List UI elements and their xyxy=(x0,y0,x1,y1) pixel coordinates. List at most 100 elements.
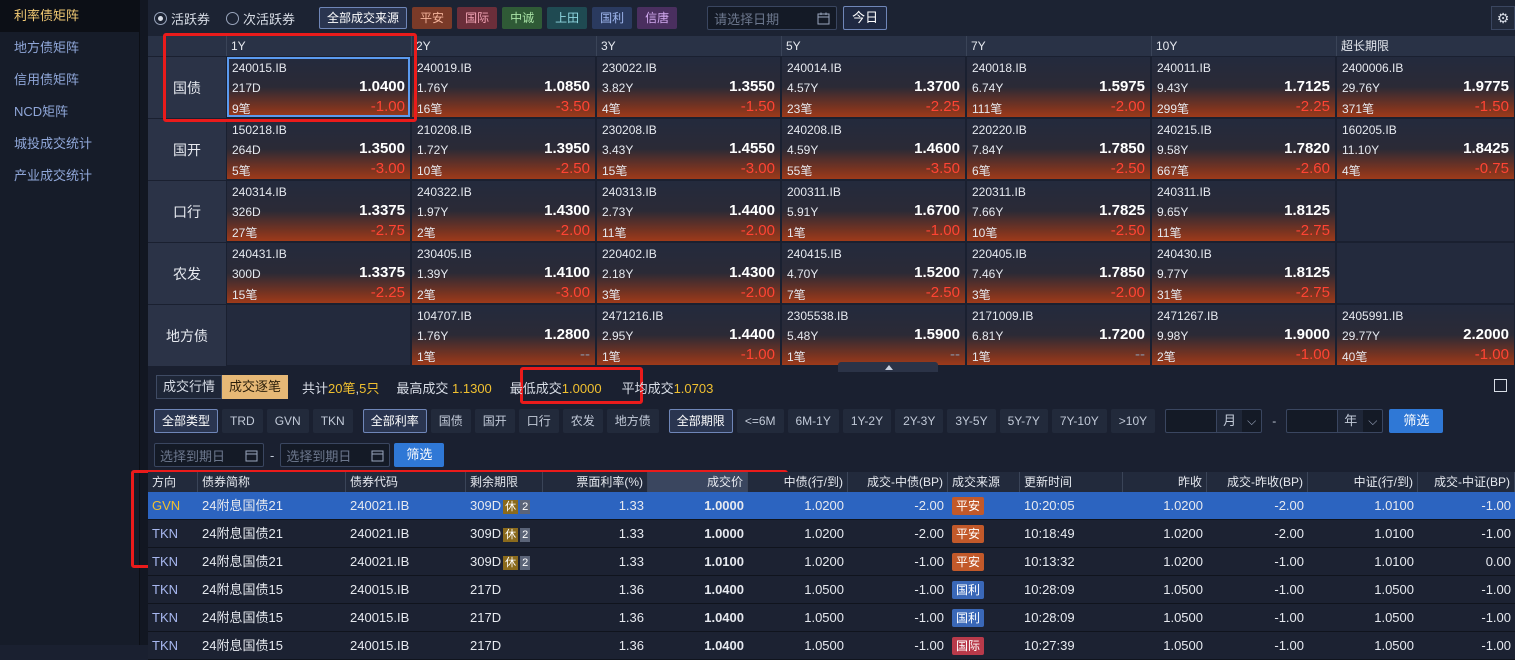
source-button[interactable]: 国际 xyxy=(457,7,498,29)
matrix-cell[interactable]: 240019.IB 1.76Y 16笔 1.0850 -3.50 xyxy=(411,56,596,118)
filter-option[interactable]: >10Y xyxy=(1110,409,1156,433)
trade-count: 1笔 xyxy=(602,350,621,364)
matrix-cell[interactable]: 240018.IB 6.74Y 111笔 1.5975 -2.00 xyxy=(966,56,1151,118)
matrix-cell[interactable]: 240314.IB 326D 27笔 1.3375 -2.75 xyxy=(226,180,411,242)
matrix-cell[interactable]: 240015.IB 217D 9笔 1.0400 -1.00 xyxy=(226,56,411,118)
filter-option[interactable]: 国债 xyxy=(430,409,471,433)
sidebar-item-industry-stats[interactable]: 产业成交统计 xyxy=(0,160,139,192)
matrix-cell[interactable]: 210208.IB 1.72Y 10笔 1.3950 -2.50 xyxy=(411,118,596,180)
source-button[interactable]: 平安 xyxy=(412,7,453,29)
filter-option[interactable]: TKN xyxy=(312,409,353,433)
table-row[interactable]: TKN 24附息国债21 240021.IB 309D 休 2 1.33 1.0100 1.02… xyxy=(148,548,1515,576)
collapse-matrix-toggle[interactable] xyxy=(838,362,938,372)
matrix-cell[interactable]: 200311.IB 5.91Y 1笔 1.6700 -1.00 xyxy=(781,180,966,242)
filter-option[interactable]: GVN xyxy=(266,409,309,433)
filter-option[interactable]: 3Y-5Y xyxy=(947,409,996,433)
matrix-cell[interactable]: 230208.IB 3.43Y 15笔 1.4550 -3.00 xyxy=(596,118,781,180)
filter-option[interactable]: 农发 xyxy=(562,409,603,433)
column-header[interactable]: 中债(行/到) xyxy=(748,472,848,492)
sidebar-item-credit-matrix[interactable]: 信用债矩阵 xyxy=(0,64,139,96)
column-header[interactable]: 债券代码 xyxy=(346,472,466,492)
sidebar-item-local-bond-matrix[interactable]: 地方债矩阵 xyxy=(0,32,139,64)
column-header[interactable]: 票面利率(%) xyxy=(543,472,648,492)
table-row[interactable]: TKN 24附息国债15 240015.IB 217D 1.36 1.0400 1.0500… xyxy=(148,576,1515,604)
filter-option[interactable]: 全部利率 xyxy=(362,409,427,433)
source-button[interactable]: 中诚 xyxy=(502,7,543,29)
column-header[interactable]: 成交-昨收(BP) xyxy=(1207,472,1308,492)
source-button[interactable]: 国利 xyxy=(592,7,633,29)
table-row[interactable]: TKN 24附息国债15 240015.IB 217D 1.36 1.0400 1.0500… xyxy=(148,632,1515,660)
matrix-cell[interactable]: 230022.IB 3.82Y 4笔 1.3550 -1.50 xyxy=(596,56,781,118)
table-row[interactable]: TKN 24附息国债21 240021.IB 309D 休 2 1.33 1.0000 1.02… xyxy=(148,520,1515,548)
expand-icon[interactable] xyxy=(1494,379,1507,392)
column-header[interactable]: 债券简称 xyxy=(198,472,346,492)
matrix-cell[interactable]: 220402.IB 2.18Y 3笔 1.4300 -2.00 xyxy=(596,242,781,304)
table-row[interactable]: TKN 24附息国债15 240015.IB 217D 1.36 1.0400 1.0500… xyxy=(148,604,1515,632)
matrix-cell[interactable]: 2471216.IB 2.95Y 1笔 1.4400 -1.00 xyxy=(596,304,781,366)
source-button[interactable]: 上田 xyxy=(547,7,588,29)
filter-option[interactable]: 全部期限 xyxy=(668,409,733,433)
filter-option[interactable]: 5Y-7Y xyxy=(999,409,1048,433)
maturity-from-input[interactable]: 选择到期日 xyxy=(154,443,264,467)
source-button[interactable]: 全部成交来源 xyxy=(319,7,408,29)
filter-option[interactable]: 1Y-2Y xyxy=(842,409,892,433)
filter-button[interactable]: 筛选 xyxy=(1389,409,1444,433)
matrix-cell[interactable]: 220220.IB 7.84Y 6笔 1.7850 -2.50 xyxy=(966,118,1151,180)
column-header[interactable]: 方向 xyxy=(148,472,198,492)
maturity-to-input[interactable]: 选择到期日 xyxy=(280,443,391,467)
filter-option[interactable]: 国开 xyxy=(474,409,515,433)
matrix-cell[interactable]: 240208.IB 4.59Y 55笔 1.4600 -3.50 xyxy=(781,118,966,180)
source-button[interactable]: 信唐 xyxy=(637,7,678,29)
filter-option[interactable]: 口行 xyxy=(518,409,559,433)
matrix-cell[interactable]: 2305538.IB 5.48Y 1笔 1.5900 -- xyxy=(781,304,966,366)
maturity-filter-button[interactable]: 筛选 xyxy=(394,443,445,467)
column-header[interactable]: 成交价 xyxy=(648,472,748,492)
matrix-cell[interactable]: 2171009.IB 6.81Y 1笔 1.7200 -- xyxy=(966,304,1151,366)
filter-option[interactable]: 2Y-3Y xyxy=(895,409,944,433)
radio-second-active-bonds[interactable]: 次活跃券 xyxy=(226,9,295,28)
matrix-cell[interactable]: 240431.IB 300D 15笔 1.3375 -2.25 xyxy=(226,242,411,304)
filter-option[interactable]: 地方债 xyxy=(606,409,659,433)
matrix-cell[interactable]: 220311.IB 7.66Y 10笔 1.7825 -2.50 xyxy=(966,180,1151,242)
matrix-cell[interactable]: 104707.IB 1.76Y 1笔 1.2800 -- xyxy=(411,304,596,366)
filter-option[interactable]: 全部类型 xyxy=(154,409,219,433)
table-row[interactable]: GVN 24附息国债21 240021.IB 309D 休 2 1.33 1.0000 1.02… xyxy=(148,492,1515,520)
sidebar-item-rate-matrix[interactable]: 利率债矩阵 xyxy=(0,0,139,32)
matrix-cell[interactable]: 2405991.IB 29.77Y 40笔 2.2000 -1.00 xyxy=(1336,304,1515,366)
month-select[interactable]: 月 ⌵ xyxy=(1165,409,1263,433)
column-header[interactable]: 中证(行/到) xyxy=(1308,472,1418,492)
matrix-cell[interactable]: 2471267.IB 9.98Y 2笔 1.9000 -1.00 xyxy=(1151,304,1336,366)
filter-option[interactable]: 7Y-10Y xyxy=(1051,409,1107,433)
matrix-cell[interactable]: 240313.IB 2.73Y 11笔 1.4400 -2.00 xyxy=(596,180,781,242)
today-button[interactable]: 今日 xyxy=(843,6,888,30)
matrix-cell[interactable]: 240322.IB 1.97Y 2笔 1.4300 -2.00 xyxy=(411,180,596,242)
matrix-cell[interactable]: 240011.IB 9.43Y 299笔 1.7125 -2.25 xyxy=(1151,56,1336,118)
radio-active-bonds[interactable]: 活跃券 xyxy=(154,9,210,28)
filter-option[interactable]: <=6M xyxy=(736,409,784,433)
column-header[interactable]: 剩余期限 xyxy=(466,472,543,492)
tab-trade-detail[interactable]: 成交逐笔 xyxy=(222,375,289,399)
matrix-cell[interactable]: 150218.IB 264D 5笔 1.3500 -3.00 xyxy=(226,118,411,180)
matrix-cell[interactable]: 240311.IB 9.65Y 11笔 1.8125 -2.75 xyxy=(1151,180,1336,242)
matrix-cell[interactable]: 2400006.IB 29.76Y 371笔 1.9775 -1.50 xyxy=(1336,56,1515,118)
tab-market[interactable]: 成交行情 xyxy=(156,375,223,399)
matrix-cell[interactable]: 240430.IB 9.77Y 31笔 1.8125 -2.75 xyxy=(1151,242,1336,304)
matrix-cell[interactable]: 240415.IB 4.70Y 7笔 1.5200 -2.50 xyxy=(781,242,966,304)
sidebar-item-ncd-matrix[interactable]: NCD矩阵 xyxy=(0,96,139,128)
column-header[interactable]: 成交-中债(BP) xyxy=(848,472,948,492)
matrix-cell[interactable]: 240014.IB 4.57Y 23笔 1.3700 -2.25 xyxy=(781,56,966,118)
column-header[interactable]: 昨收 xyxy=(1123,472,1207,492)
date-picker-input[interactable]: 请选择日期 xyxy=(707,6,838,30)
settings-button[interactable]: ⚙ xyxy=(1491,6,1515,30)
sidebar-item-urban-investment-stats[interactable]: 城投成交统计 xyxy=(0,128,139,160)
matrix-cell[interactable]: 160205.IB 11.10Y 4笔 1.8425 -0.75 xyxy=(1336,118,1515,180)
matrix-cell[interactable]: 220405.IB 7.46Y 3笔 1.7850 -2.00 xyxy=(966,242,1151,304)
column-header[interactable]: 成交来源 xyxy=(948,472,1020,492)
filter-option[interactable]: TRD xyxy=(222,409,263,433)
matrix-cell[interactable]: 230405.IB 1.39Y 2笔 1.4100 -3.00 xyxy=(411,242,596,304)
column-header[interactable]: 更新时间 xyxy=(1020,472,1123,492)
filter-option[interactable]: 6M-1Y xyxy=(787,409,839,433)
year-select[interactable]: 年 ⌵ xyxy=(1286,409,1384,433)
column-header[interactable]: 成交-中证(BP) xyxy=(1418,472,1515,492)
matrix-cell[interactable]: 240215.IB 9.58Y 667笔 1.7820 -2.60 xyxy=(1151,118,1336,180)
